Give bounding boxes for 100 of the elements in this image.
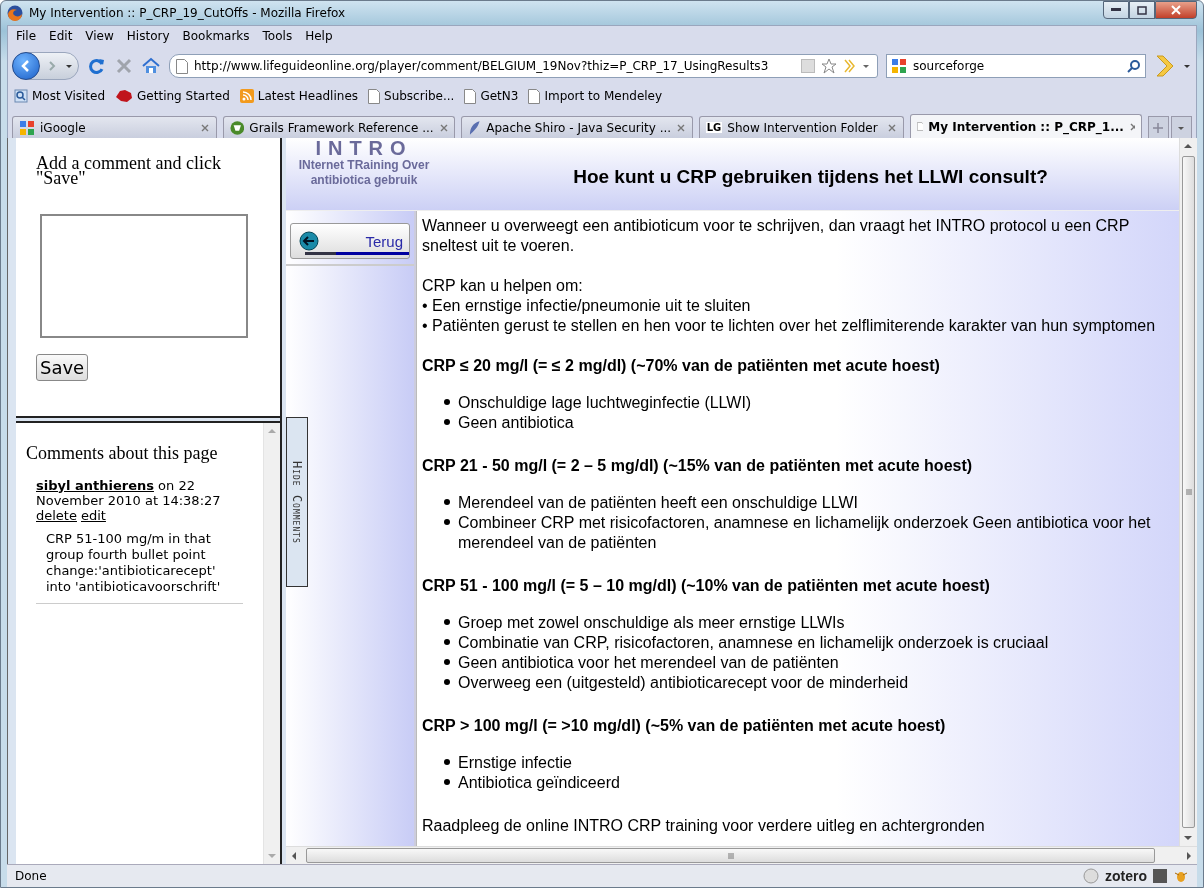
page-icon [176, 58, 188, 74]
page-title: Hoe kunt u CRP gebruiken tijdens het LLWI consult? [572, 165, 1049, 188]
new-tab-button[interactable] [1147, 116, 1169, 138]
menu-item[interactable]: View [85, 29, 114, 45]
comment-action-link[interactable]: edit [80, 508, 106, 523]
window-title: My Intervention :: P_CRP_19_CutOffs - Mozilla Firefox [29, 6, 347, 20]
menu-item[interactable]: Tools [262, 29, 293, 45]
menu-item[interactable]: Bookmarks [182, 29, 250, 45]
comment-action-link[interactable]: delete [36, 508, 77, 523]
bullet-icon [444, 659, 450, 665]
star-icon[interactable] [821, 58, 837, 74]
face-icon[interactable] [1083, 868, 1099, 884]
back-button[interactable]: Terug [290, 223, 410, 259]
back-forward-control[interactable] [12, 52, 79, 80]
bookmark-item[interactable]: GetN3 [464, 88, 519, 104]
logo-text: INTRO [315, 138, 413, 158]
close-tab-icon[interactable] [676, 122, 686, 133]
scrollbar[interactable] [1179, 138, 1197, 846]
search-icon[interactable] [1127, 59, 1141, 73]
page-icon [916, 119, 924, 134]
chevron-icon[interactable] [843, 59, 855, 73]
list-item: Merendeel van de patiënten heeft een onschuldige LLWI [458, 493, 858, 513]
section-heading: CRP ≤ 20 mg/l (= ≤ 2 mg/dl) (~70% van de patiënten met acute hoest) [422, 356, 941, 376]
scroll-right-icon[interactable] [1186, 851, 1192, 860]
search-input[interactable]: sourceforge [913, 59, 1121, 73]
addon-label[interactable]: zotero [1105, 868, 1147, 884]
author-link[interactable]: sibyl anthierens [36, 478, 154, 493]
bookmark-item[interactable]: Most Visited [14, 89, 106, 103]
scroll-thumb[interactable] [306, 848, 1155, 863]
scroll-down-icon[interactable] [1184, 835, 1192, 841]
close-icon [1171, 5, 1181, 15]
list-item: Overweeg een (uitgesteld) antibioticarecept voor de minderheid [458, 673, 909, 693]
reload-icon[interactable] [87, 56, 107, 76]
feather-icon [467, 119, 482, 136]
logo-subtitle: INternet TRaining Over antibiotica gebruik [297, 158, 431, 188]
list-item: Geen antibiotica voor het merendeel van de patiënten [458, 653, 839, 673]
cup-logo-icon [229, 119, 245, 136]
save-button[interactable]: Save [36, 354, 89, 381]
rss-feed-icon [239, 89, 254, 103]
home-icon[interactable] [141, 57, 161, 75]
minimize-icon [1111, 8, 1121, 12]
close-tab-icon[interactable] [886, 122, 897, 133]
stop-icon[interactable] [115, 57, 133, 75]
back-button[interactable] [12, 52, 40, 80]
scroll-left-icon[interactable] [291, 851, 297, 860]
list-item: Combinatie van CRP, risicofactoren, anamnese en lichamelijk onderzoek is cruciaal [458, 633, 1049, 653]
scrollbar[interactable] [286, 846, 1197, 864]
list-item: Ernstige infectie [458, 753, 572, 773]
section-heading: CRP 21 - 50 mg/l (= 2 – 5 mg/dl) (~15% van de patiënten met acute hoest) [422, 456, 974, 476]
grip-icon [727, 852, 734, 859]
browser-tab[interactable]: My Intervention :: P_CRP_1... [909, 114, 1142, 138]
close-tab-icon[interactable] [1128, 121, 1135, 132]
tiles-icon [19, 119, 35, 136]
hide-comments-tab[interactable]: Hide Comments [286, 417, 308, 587]
chevron-icon[interactable] [1154, 54, 1174, 78]
menu-item[interactable]: Edit [49, 29, 73, 45]
bullet-icon [444, 419, 450, 425]
comments-heading: Comments about this page [26, 443, 219, 464]
grip-icon [1185, 489, 1192, 495]
comment-field[interactable] [40, 214, 248, 338]
tab-list-button[interactable] [1170, 116, 1192, 138]
maximize-button[interactable] [1129, 1, 1155, 19]
browser-tab[interactable]: Apache Shiro - Java Security ... [460, 116, 693, 138]
close-tab-icon[interactable] [199, 122, 210, 133]
section-heading: CRP > 100 mg/l (= >10 mg/dl) (~5% van de patiënten met acute hoest) [422, 716, 947, 736]
list-item: Combineer CRP met risicofactoren, anamnese en lichamelijk onderzoek Geen antibiotica voor het merendeel van de patiënten [458, 513, 1152, 553]
close-button[interactable] [1155, 1, 1197, 19]
magnifier-icon [14, 89, 28, 103]
page-icon [528, 88, 541, 104]
browser-tab[interactable]: iGoogle [12, 116, 217, 138]
search-field[interactable]: sourceforge [886, 54, 1146, 78]
paragraph: Raadpleeg de online INTRO CRP training voor verdere uitleg en achtergronden [422, 816, 986, 836]
menu-item[interactable]: File [16, 29, 37, 45]
tiles-icon [891, 58, 907, 74]
browser-tab[interactable]: Grails Framework Reference ... [222, 116, 455, 138]
paragraph: Wanneer u overweegt een antibioticum voor te schrijven, dan vraagt het INTRO protocol u een CRP sneltest uit te voeren. [422, 216, 1131, 256]
scroll-thumb[interactable] [1182, 156, 1195, 828]
bullet-icon [444, 499, 450, 505]
minimize-button[interactable] [1103, 1, 1129, 19]
bookmark-item[interactable]: Import to Mendeley [528, 88, 663, 104]
list-item: Geen antibiotica [458, 413, 574, 433]
browser-tab[interactable]: LG Show Intervention Folder [698, 116, 904, 138]
address-input[interactable]: http://www.lifeguideonline.org/player/comment/BELGIUM_19Nov?thiz=P_CRP_17_UsingResults3 [194, 59, 795, 73]
close-tab-icon[interactable] [438, 122, 448, 133]
comment-text: CRP 51-100 mg/m in that group fourth bullet point change:'antibioticarecept' into 'antibioticavoorschrift' [46, 531, 222, 595]
animal-head-icon [115, 89, 134, 103]
address-field[interactable]: http://www.lifeguideonline.org/player/comment/BELGIUM_19Nov?thiz=P_CRP_17_UsingResults3 [169, 54, 878, 78]
bullet-icon [444, 679, 450, 685]
maximize-icon [1137, 5, 1147, 15]
bookmark-item[interactable]: Latest Headlines [239, 89, 358, 103]
menu-item[interactable]: History [126, 29, 170, 45]
text-line: • Een ernstige infectie/pneumonie uit te sluiten [422, 297, 751, 314]
bookmark-item[interactable]: Getting Started [115, 89, 230, 103]
menu-item[interactable]: Help [305, 29, 333, 45]
logo-icon: LG [705, 122, 723, 133]
bookmark-item[interactable]: Subscribe... [368, 88, 455, 104]
scroll-up-icon[interactable] [1184, 143, 1192, 149]
bullet-icon [444, 639, 450, 645]
list-item: Groep met zowel onschuldige als meer ernstige LLWIs [458, 613, 845, 633]
comment-prompt: Add a comment and click "Save" [36, 156, 222, 186]
